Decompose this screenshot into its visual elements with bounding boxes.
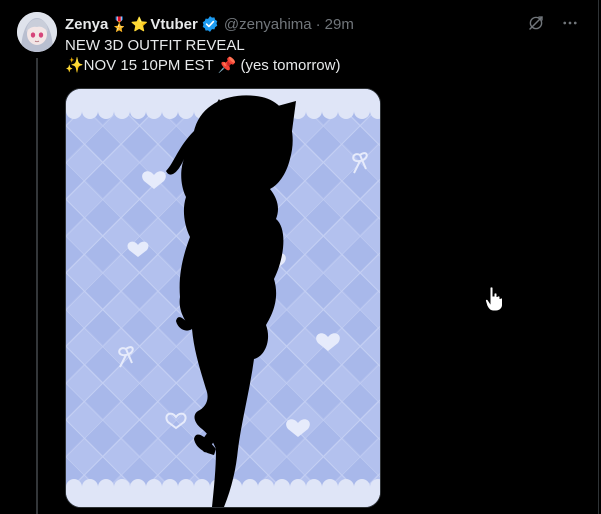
tweet-text-line-1: NEW 3D OUTFIT REVEAL: [65, 37, 245, 54]
avatar[interactable]: [17, 12, 57, 52]
tweet-text-line-2: ✨NOV 15 10PM EST 📌 (yes tomorrow): [65, 57, 341, 74]
display-name-text: Zenya: [65, 15, 109, 33]
grok-icon[interactable]: [526, 13, 546, 33]
tweet-header: Zenya 🎖️ ⭐ Vtuber @zenyahima · 29m: [65, 14, 354, 34]
tweet-text: NEW 3D OUTFIT REVEAL ✨NOV 15 10PM EST 📌 …: [65, 36, 565, 76]
more-icon[interactable]: [560, 13, 580, 33]
separator-dot: ·: [315, 15, 321, 33]
tweet-media-image[interactable]: [65, 88, 381, 508]
medal-emoji: 🎖️: [110, 15, 129, 32]
display-name-suffix: Vtuber: [150, 15, 198, 33]
timestamp[interactable]: 29m: [325, 16, 354, 33]
star-emoji: ⭐: [130, 15, 149, 32]
hand-cursor-icon: [484, 286, 503, 312]
tweet-actions: [526, 13, 580, 33]
user-handle[interactable]: @zenyahima: [224, 16, 312, 33]
display-name[interactable]: Zenya 🎖️ ⭐ Vtuber: [65, 15, 198, 33]
tweet-container[interactable]: Zenya 🎖️ ⭐ Vtuber @zenyahima · 29m NEW 3…: [0, 0, 599, 514]
verified-badge-icon[interactable]: [201, 15, 219, 33]
thread-line: [36, 58, 38, 514]
